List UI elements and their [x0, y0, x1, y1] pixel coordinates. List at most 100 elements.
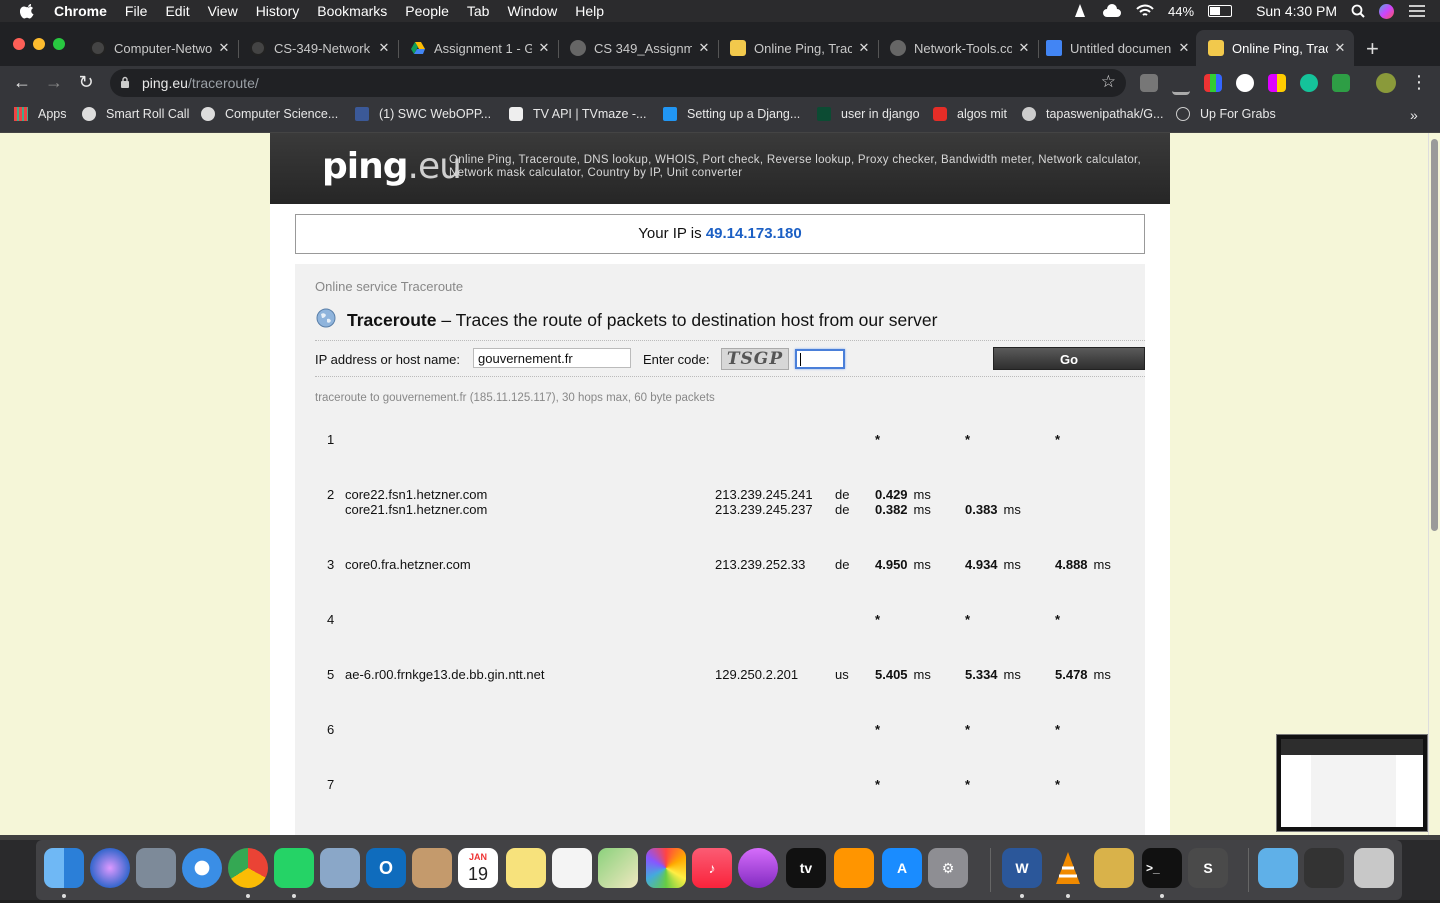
scrollbar-thumb[interactable] — [1431, 139, 1438, 531]
back-button[interactable]: ← — [11, 72, 33, 93]
close-tab-icon[interactable]: ✕ — [376, 40, 392, 56]
vlc-icon[interactable] — [1048, 848, 1088, 888]
sublime-text-icon[interactable]: S — [1188, 848, 1228, 888]
notification-center-icon[interactable] — [1408, 4, 1426, 18]
extension-chart-icon[interactable] — [1172, 74, 1190, 95]
bookmark-up-for-grabs[interactable]: Up For Grabs — [1176, 107, 1276, 121]
notes-icon[interactable] — [506, 848, 546, 888]
close-tab-icon[interactable]: ✕ — [1176, 40, 1192, 56]
menu-bookmarks[interactable]: Bookmarks — [317, 3, 387, 19]
new-tab-button[interactable]: + — [1366, 36, 1379, 62]
downloads-folder-icon[interactable] — [1258, 848, 1298, 888]
bookmarks-overflow-icon[interactable]: » — [1410, 107, 1418, 123]
vlc-status-icon[interactable] — [1072, 3, 1088, 19]
menu-view[interactable]: View — [208, 3, 238, 19]
maps-icon[interactable] — [598, 848, 638, 888]
code-input[interactable] — [795, 349, 845, 369]
grammarly-icon[interactable] — [1300, 74, 1318, 92]
menu-clock[interactable]: Sun 4:30 PM — [1256, 3, 1337, 19]
contacts-icon[interactable] — [412, 848, 452, 888]
close-tab-icon[interactable]: ✕ — [1016, 40, 1032, 56]
tv-icon[interactable]: tv — [786, 848, 826, 888]
close-tab-icon[interactable]: ✕ — [216, 40, 232, 56]
word-icon[interactable]: W — [1002, 848, 1042, 888]
chrome-menu-icon[interactable]: ⋮ — [1408, 72, 1430, 93]
bookmark-apps[interactable]: Apps — [14, 107, 67, 121]
tab-network-tools[interactable]: Network-Tools.co ✕ — [882, 30, 1032, 66]
bookmark-computer-science[interactable]: Computer Science... — [201, 107, 338, 121]
launchpad-icon[interactable] — [136, 848, 176, 888]
calendar-icon[interactable]: JAN 19 — [458, 848, 498, 888]
url-text[interactable]: ping.eu/traceroute/ — [142, 75, 259, 91]
whatsapp-icon[interactable] — [274, 848, 314, 888]
extension-store-icon[interactable] — [1140, 74, 1158, 92]
screenshot-icon[interactable] — [1304, 848, 1344, 888]
menu-help[interactable]: Help — [575, 3, 604, 19]
bookmark-star-icon[interactable]: ☆ — [1101, 72, 1116, 92]
bookmark-smart-roll-call[interactable]: Smart Roll Call — [82, 107, 189, 121]
music-icon[interactable]: ♪ — [692, 848, 732, 888]
menu-app-name[interactable]: Chrome — [54, 3, 107, 19]
apple-icon[interactable] — [20, 3, 36, 19]
shield-extension-icon[interactable] — [1332, 74, 1350, 92]
close-tab-icon[interactable]: ✕ — [856, 40, 872, 56]
menu-file[interactable]: File — [125, 3, 148, 19]
siri-icon[interactable] — [1379, 3, 1394, 19]
tab-assignment-1[interactable]: Assignment 1 - Go ✕ — [402, 30, 552, 66]
close-tab-icon[interactable]: ✕ — [696, 40, 712, 56]
menu-people[interactable]: People — [405, 3, 449, 19]
menu-window[interactable]: Window — [507, 3, 557, 19]
podcasts-icon[interactable] — [738, 848, 778, 888]
tab-cs-349-assignment[interactable]: CS 349_Assignme ✕ — [562, 30, 712, 66]
close-window-button[interactable] — [13, 38, 25, 50]
bookmark-swc-webopp[interactable]: (1) SWC WebOPP... — [355, 107, 491, 121]
extension-tiles-icon[interactable] — [1268, 74, 1286, 92]
chrome-icon[interactable] — [228, 848, 268, 888]
profile-avatar[interactable] — [1376, 73, 1396, 93]
lock-icon[interactable] — [120, 76, 130, 88]
go-button[interactable]: Go — [993, 347, 1145, 370]
screenshot-thumbnail[interactable] — [1276, 734, 1428, 832]
finder-icon[interactable] — [44, 848, 84, 888]
terminal-icon[interactable]: >_ — [1142, 848, 1182, 888]
trash-icon[interactable] — [1354, 848, 1394, 888]
preview-icon[interactable] — [320, 848, 360, 888]
safari-icon[interactable] — [182, 848, 222, 888]
tab-computer-networks[interactable]: Computer-Netwo ✕ — [82, 30, 232, 66]
close-tab-icon[interactable]: ✕ — [536, 40, 552, 56]
bookmark-algos-mit[interactable]: algos mit — [933, 107, 1007, 121]
battery-icon[interactable] — [1208, 5, 1233, 17]
forward-button[interactable]: → — [43, 72, 65, 93]
reload-button[interactable]: ↻ — [75, 72, 97, 93]
archive-icon[interactable] — [1094, 848, 1134, 888]
maximize-window-button[interactable] — [53, 38, 65, 50]
tab-online-ping-1[interactable]: Online Ping, Trace ✕ — [722, 30, 872, 66]
siri-icon[interactable] — [90, 848, 130, 888]
menu-history[interactable]: History — [256, 3, 300, 19]
extension-circle-icon[interactable] — [1236, 74, 1254, 92]
close-tab-icon[interactable]: ✕ — [1332, 40, 1348, 56]
address-bar[interactable]: ping.eu/traceroute/ ☆ — [110, 69, 1126, 97]
bookmark-django-setup[interactable]: Setting up a Djang... — [663, 107, 800, 121]
extension-colorgrid-icon[interactable] — [1204, 74, 1222, 92]
spotlight-search-icon[interactable] — [1351, 4, 1365, 18]
reminders-icon[interactable] — [552, 848, 592, 888]
bookmark-tapaswenipathak[interactable]: tapaswenipathak/G... — [1022, 107, 1163, 121]
system-preferences-icon[interactable]: ⚙ — [928, 848, 968, 888]
cloud-icon[interactable] — [1102, 4, 1122, 18]
bookmark-user-in-django[interactable]: user in django — [817, 107, 920, 121]
tab-cs-349-network[interactable]: CS-349-Network ✕ — [242, 30, 392, 66]
tab-untitled-document[interactable]: Untitled documen ✕ — [1042, 30, 1192, 66]
host-input[interactable]: gouvernement.fr — [473, 348, 631, 368]
bookmark-tvmaze[interactable]: TV API | TVmaze -... — [509, 107, 646, 121]
site-logo[interactable]: ping.eu — [322, 146, 462, 187]
app-store-icon[interactable]: A — [882, 848, 922, 888]
menu-tab[interactable]: Tab — [467, 3, 490, 19]
outlook-icon[interactable]: O — [366, 848, 406, 888]
page-scrollbar[interactable] — [1428, 133, 1440, 835]
minimize-window-button[interactable] — [33, 38, 45, 50]
books-icon[interactable] — [834, 848, 874, 888]
tab-online-ping-active[interactable]: Online Ping, Trace ✕ — [1196, 30, 1354, 66]
wifi-icon[interactable] — [1136, 4, 1154, 18]
photos-icon[interactable] — [646, 848, 686, 888]
